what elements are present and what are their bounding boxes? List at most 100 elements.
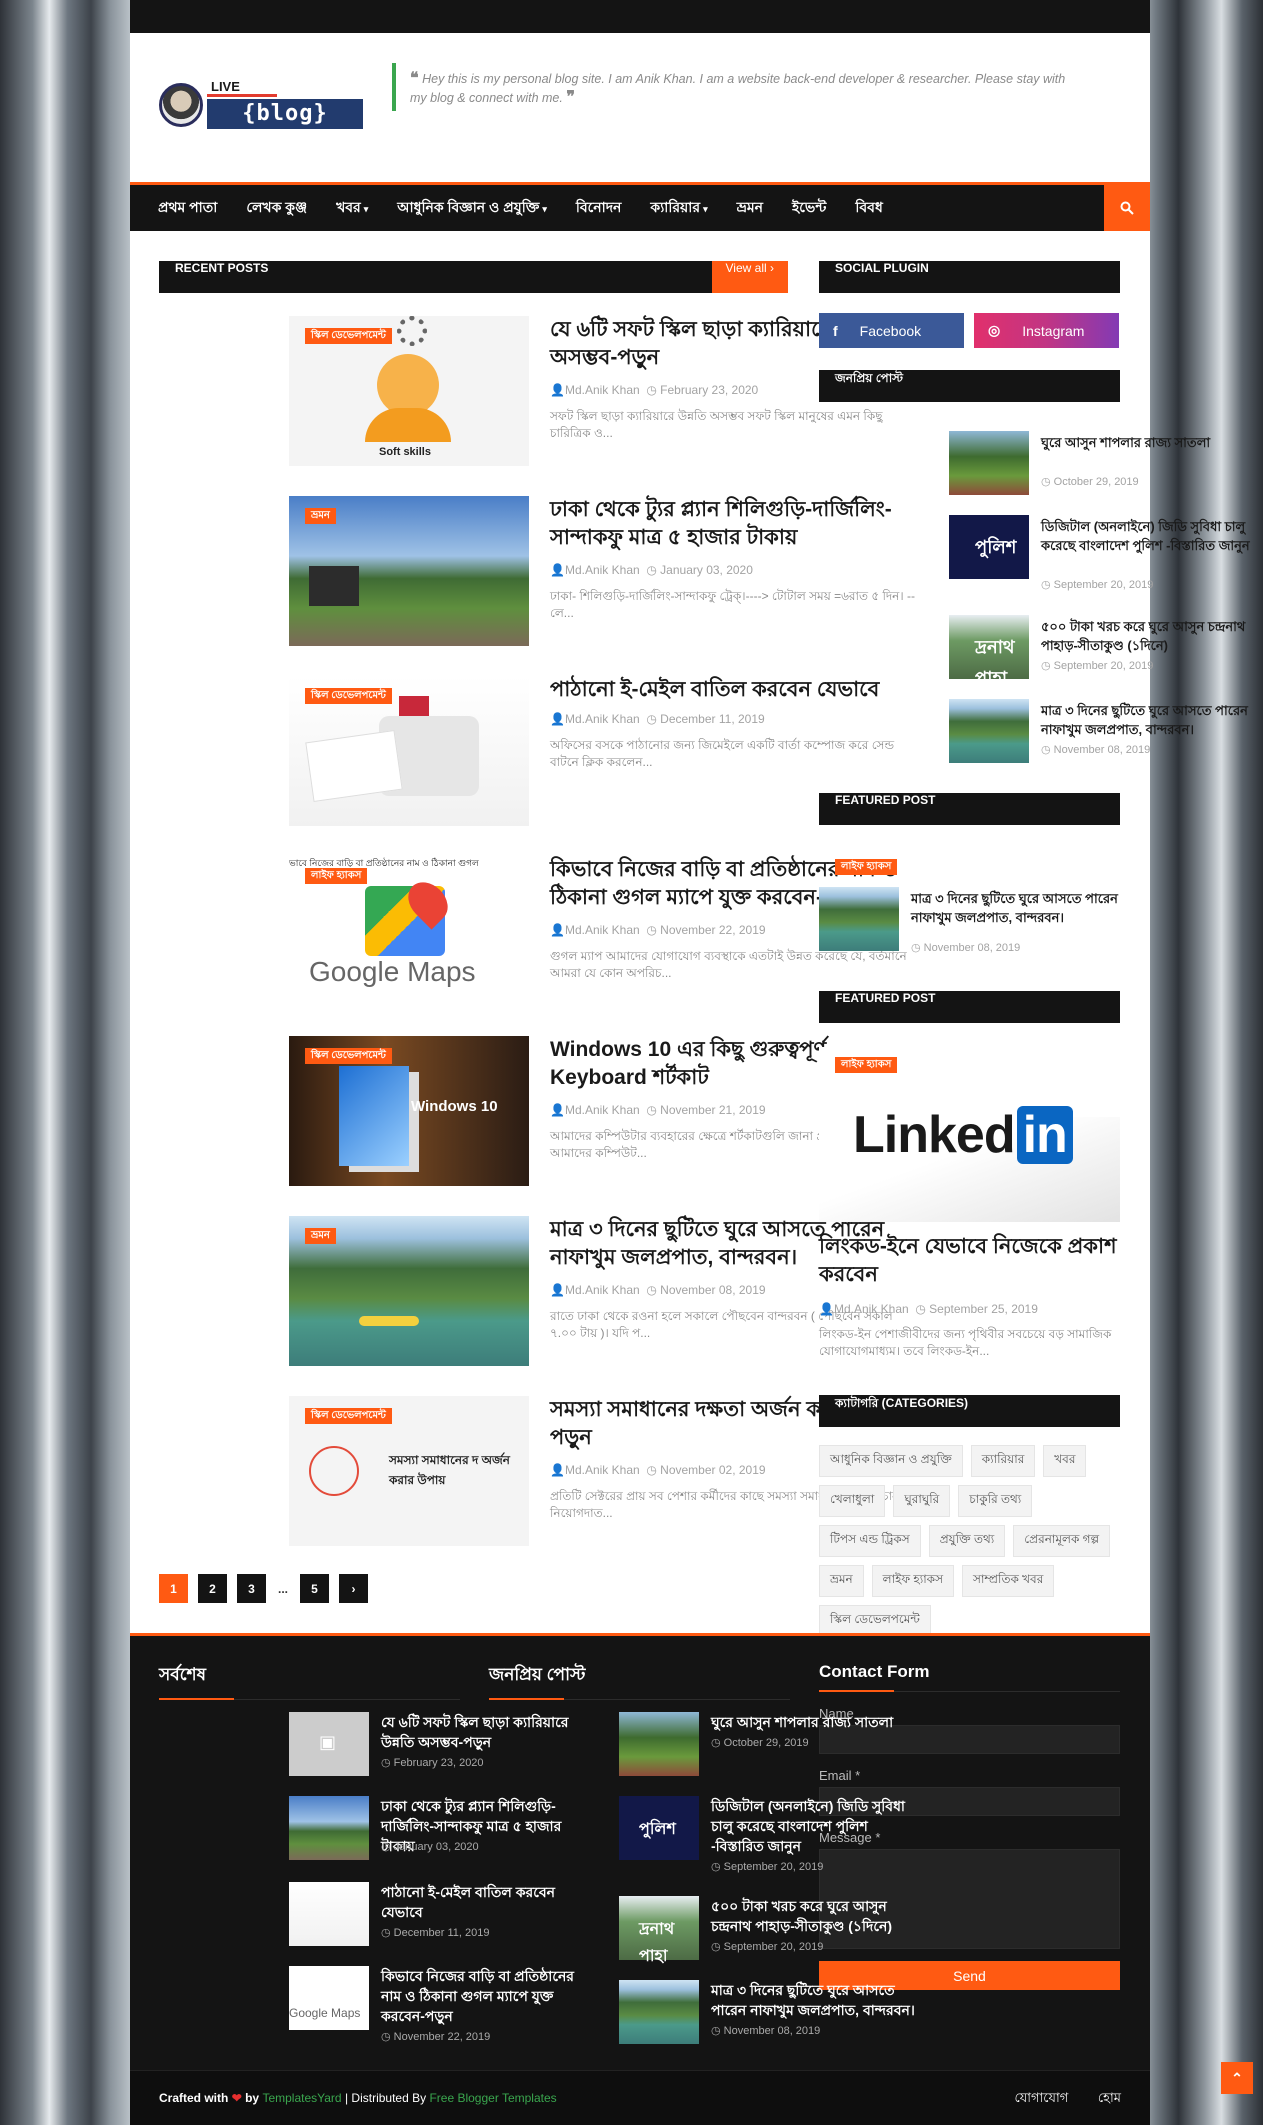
page-button[interactable]: 1 bbox=[159, 1574, 188, 1603]
footer-post-title[interactable]: যে ৬টি সফট স্কিল ছাড়া ক্যারিয়ারে উন্নত… bbox=[381, 1712, 590, 1752]
next-page-button[interactable]: › bbox=[339, 1574, 368, 1603]
sidebar-popular-post[interactable]: মাত্র ৩ দিনের ছুটিতে ঘুরে আসতে পারেন নাফ… bbox=[949, 699, 1250, 767]
category-tag[interactable]: প্রযুক্তি তথ্য bbox=[928, 1525, 1006, 1557]
post-category-badge[interactable]: স্কিল ডেভেলপমেন্ট bbox=[305, 1408, 392, 1424]
post-category-badge[interactable]: ভ্রমন bbox=[305, 508, 336, 524]
nav-item-6[interactable]: ভ্রমন bbox=[737, 196, 763, 220]
category-tag[interactable]: লাইফ হ্যাকস bbox=[871, 1565, 955, 1597]
featured-thumb-1[interactable] bbox=[819, 887, 899, 951]
post-category-badge[interactable]: লাইফ হ্যাকস bbox=[305, 868, 368, 884]
footer-popular-post[interactable]: দ্রনাথ পাহা ৫০০ টাকা খরচ করে ঘুরে আসুন চন… bbox=[619, 1896, 920, 1965]
featured-badge-2[interactable]: লাইফ হ্যাকস bbox=[835, 1057, 898, 1073]
nav-item-1[interactable]: লেখক কুঞ্জ bbox=[246, 196, 307, 220]
free-blogger-templates-link[interactable]: Free Blogger Templates bbox=[429, 2091, 556, 2105]
post-thumbnail[interactable]: Soft skills স্কিল ডেভেলপমেন্ট bbox=[289, 316, 529, 466]
popular-post-title[interactable]: ৫০০ টাকা খরচ করে ঘুরে আসুন চন্দ্রনাথ পাহ… bbox=[1041, 617, 1250, 655]
popular-post-title[interactable]: ডিজিটাল (অনলাইনে) জিডি সুবিধা চালু করেছে… bbox=[1041, 517, 1250, 555]
footer-post-title[interactable]: পাঠানো ই-মেইল বাতিল করবেন যেভাবে bbox=[381, 1882, 590, 1922]
clock-icon: ◷ bbox=[646, 923, 657, 937]
user-icon: 👤 bbox=[550, 1103, 565, 1117]
sidebar-popular-post[interactable]: দ্রনাথ পাহা ৫০০ টাকা খরচ করে ঘুরে আসুন চন… bbox=[949, 615, 1250, 688]
sidebar-popular-post[interactable]: ঘুরে আসুন শাপলার রাজ্য সাতলা ◷ October 29… bbox=[949, 431, 1250, 499]
facebook-label: Facebook bbox=[859, 322, 922, 339]
featured-post-date-1: ◷ November 08, 2019 bbox=[911, 942, 1021, 954]
post-thumbnail[interactable]: স্কিল ডেভেলপমেন্ট bbox=[289, 676, 529, 826]
nav-item-7[interactable]: ইভেন্ট bbox=[792, 196, 826, 220]
nav-item-3[interactable]: আধুনিক বিজ্ঞান ও প্রযুক্তি ▾ bbox=[397, 196, 547, 220]
post-thumbnail[interactable]: ভাবে নিজের বাড়ি বা প্রতিষ্ঠানের নাম ও ঠ… bbox=[289, 856, 529, 1006]
popular-post-title[interactable]: মাত্র ৩ দিনের ছুটিতে ঘুরে আসতে পারেন নাফ… bbox=[1041, 701, 1250, 739]
recent-posts-header: RECENT POSTS View all › bbox=[159, 261, 788, 293]
post-thumbnail[interactable]: ভ্রমন bbox=[289, 496, 529, 646]
post-category-badge[interactable]: স্কিল ডেভেলপমেন্ট bbox=[305, 1048, 392, 1064]
featured-post-title-1[interactable]: মাত্র ৩ দিনের ছুটিতে ঘুরে আসতে পারেন নাফ… bbox=[911, 889, 1120, 927]
post-category-badge[interactable]: স্কিল ডেভেলপমেন্ট bbox=[305, 328, 392, 344]
category-tag[interactable]: খবর bbox=[1043, 1445, 1087, 1477]
instagram-button[interactable]: ◎ Instagram bbox=[974, 313, 1119, 348]
nav-item-0[interactable]: প্রথম পাতা bbox=[158, 196, 217, 220]
footer-thumb[interactable]: দ্রনাথ পাহা bbox=[619, 1896, 699, 1965]
category-tag[interactable]: টিপস এন্ড ট্রিকস bbox=[819, 1525, 921, 1557]
nav-item-8[interactable]: বিবধ bbox=[855, 196, 882, 220]
footer-link-contact[interactable]: যোগাযোগ bbox=[1014, 2090, 1068, 2105]
post-thumbnail[interactable]: Windows 10 স্কিল ডেভেলপমেন্ট bbox=[289, 1036, 529, 1186]
templatesyard-link[interactable]: TemplatesYard bbox=[262, 2091, 341, 2105]
post-title[interactable]: ঢাকা থেকে ট্যুর প্ল্যান শিলিগুড়ি-দার্জি… bbox=[550, 496, 918, 552]
category-tag[interactable]: সাম্প্রতিক খবর bbox=[962, 1565, 1055, 1597]
linkedin-image[interactable]: লাইফ হ্যাকস Linked in bbox=[819, 1047, 1120, 1222]
post-thumbnail[interactable]: সমস্যা সমাধানের দ অর্জন করার উপায় স্কিল … bbox=[289, 1396, 529, 1546]
featured-badge-1[interactable]: লাইফ হ্যাকস bbox=[835, 859, 898, 875]
footer-post-title[interactable]: মাত্র ৩ দিনের ছুটিতে ঘুরে আসতে পারেন নাফ… bbox=[711, 1980, 920, 2020]
page-button[interactable]: 3 bbox=[237, 1574, 266, 1603]
facebook-button[interactable]: f Facebook bbox=[819, 313, 964, 348]
back-to-top-button[interactable]: ⌃ bbox=[1221, 2062, 1253, 2094]
popular-post-title[interactable]: ঘুরে আসুন শাপলার রাজ্য সাতলা bbox=[1041, 433, 1250, 452]
popular-thumb[interactable]: পুলিশ bbox=[949, 515, 1029, 579]
footer-latest-post[interactable]: ▣ যে ৬টি সফট স্কিল ছাড়া ক্যারিয়ারে উন্ন… bbox=[289, 1712, 590, 1778]
footer-post-title[interactable]: ঘুরে আসুন শাপলার রাজ্য সাতলা bbox=[711, 1712, 920, 1732]
category-tag[interactable]: চাকুরি তথ্য bbox=[958, 1485, 1033, 1517]
page-button[interactable]: 5 bbox=[300, 1574, 329, 1603]
popular-thumb[interactable]: দ্রনাথ পাহা bbox=[949, 615, 1029, 688]
footer-thumb[interactable] bbox=[619, 1712, 699, 1776]
category-tag[interactable]: প্রেরনামূলক গল্প bbox=[1013, 1525, 1111, 1557]
footer-post-title[interactable]: ৫০০ টাকা খরচ করে ঘুরে আসুন চন্দ্রনাথ পাহ… bbox=[711, 1896, 920, 1936]
footer-link-home[interactable]: হোম bbox=[1098, 2090, 1121, 2105]
footer-post-title[interactable]: কিভাবে নিজের বাড়ি বা প্রতিষ্ঠানের নাম ও… bbox=[381, 1966, 590, 2026]
footer-latest-post[interactable]: ঢাকা থেকে ট্যুর প্ল্যান শিলিগুড়ি-দার্জি… bbox=[289, 1796, 590, 1862]
search-button[interactable] bbox=[1104, 185, 1150, 231]
category-tag[interactable]: ক্যারিয়ার bbox=[970, 1445, 1036, 1477]
post-category-badge[interactable]: ভ্রমন bbox=[305, 1228, 336, 1244]
footer-popular-post[interactable]: পুলিশ ডিজিটাল (অনলাইনে) জিডি সুবিধা চালু … bbox=[619, 1796, 920, 1873]
footer-popular-post[interactable]: মাত্র ৩ দিনের ছুটিতে ঘুরে আসতে পারেন নাফ… bbox=[619, 1980, 920, 2046]
post-thumbnail[interactable]: ভ্রমন bbox=[289, 1216, 529, 1366]
view-all-button[interactable]: View all › bbox=[711, 261, 788, 293]
featured-post-title-2[interactable]: লিংকড-ইনে যেভাবে নিজেকে প্রকাশ করবেন bbox=[819, 1233, 1120, 1289]
sidebar-popular-post[interactable]: পুলিশ ডিজিটাল (অনলাইনে) জিডি সুবিধা চালু … bbox=[949, 515, 1250, 591]
post-category-badge[interactable]: স্কিল ডেভেলপমেন্ট bbox=[305, 688, 392, 704]
page-button[interactable]: 2 bbox=[198, 1574, 227, 1603]
footer-thumb[interactable] bbox=[289, 1882, 369, 1946]
category-tag[interactable]: ঘুরাঘুরি bbox=[893, 1485, 951, 1517]
footer-popular-post[interactable]: ঘুরে আসুন শাপলার রাজ্য সাতলা ◷ October 29… bbox=[619, 1712, 920, 1778]
site-logo[interactable]: LIVE {blog} bbox=[159, 79, 363, 134]
featured-post-1[interactable]: মাত্র ৩ দিনের ছুটিতে ঘুরে আসতে পারেন নাফ… bbox=[819, 887, 1120, 955]
footer-thumb[interactable]: পুলিশ bbox=[619, 1796, 699, 1860]
popular-thumb[interactable] bbox=[949, 431, 1029, 495]
post-title[interactable]: পাঠানো ই-মেইল বাতিল করবেন যেভাবে bbox=[550, 676, 918, 704]
footer-post-title[interactable]: ডিজিটাল (অনলাইনে) জিডি সুবিধা চালু করেছে… bbox=[711, 1796, 920, 1856]
category-tag[interactable]: আধুনিক বিজ্ঞান ও প্রযুক্তি bbox=[819, 1445, 963, 1477]
nav-item-5[interactable]: ক্যারিয়ার ▾ bbox=[650, 196, 707, 220]
footer-thumb[interactable] bbox=[619, 1980, 699, 2044]
nav-item-4[interactable]: বিনোদন bbox=[576, 196, 622, 220]
footer-thumb[interactable]: Google Maps bbox=[289, 1966, 369, 2030]
nav-item-2[interactable]: খবর ▾ bbox=[336, 196, 368, 220]
footer-latest-post[interactable]: পাঠানো ই-মেইল বাতিল করবেন যেভাবে ◷ Decemb… bbox=[289, 1882, 590, 1948]
category-tag[interactable]: খেলাধুলা bbox=[819, 1485, 886, 1517]
close-quote-icon: ❞ bbox=[566, 87, 575, 106]
popular-thumb[interactable] bbox=[949, 699, 1029, 763]
category-tag[interactable]: ভ্রমন bbox=[819, 1565, 864, 1597]
footer-thumb[interactable]: ▣ bbox=[289, 1712, 369, 1776]
footer-latest-post[interactable]: Google Maps কিভাবে নিজের বাড়ি বা প্রতিষ্… bbox=[289, 1966, 590, 2043]
footer-thumb[interactable] bbox=[289, 1796, 369, 1860]
